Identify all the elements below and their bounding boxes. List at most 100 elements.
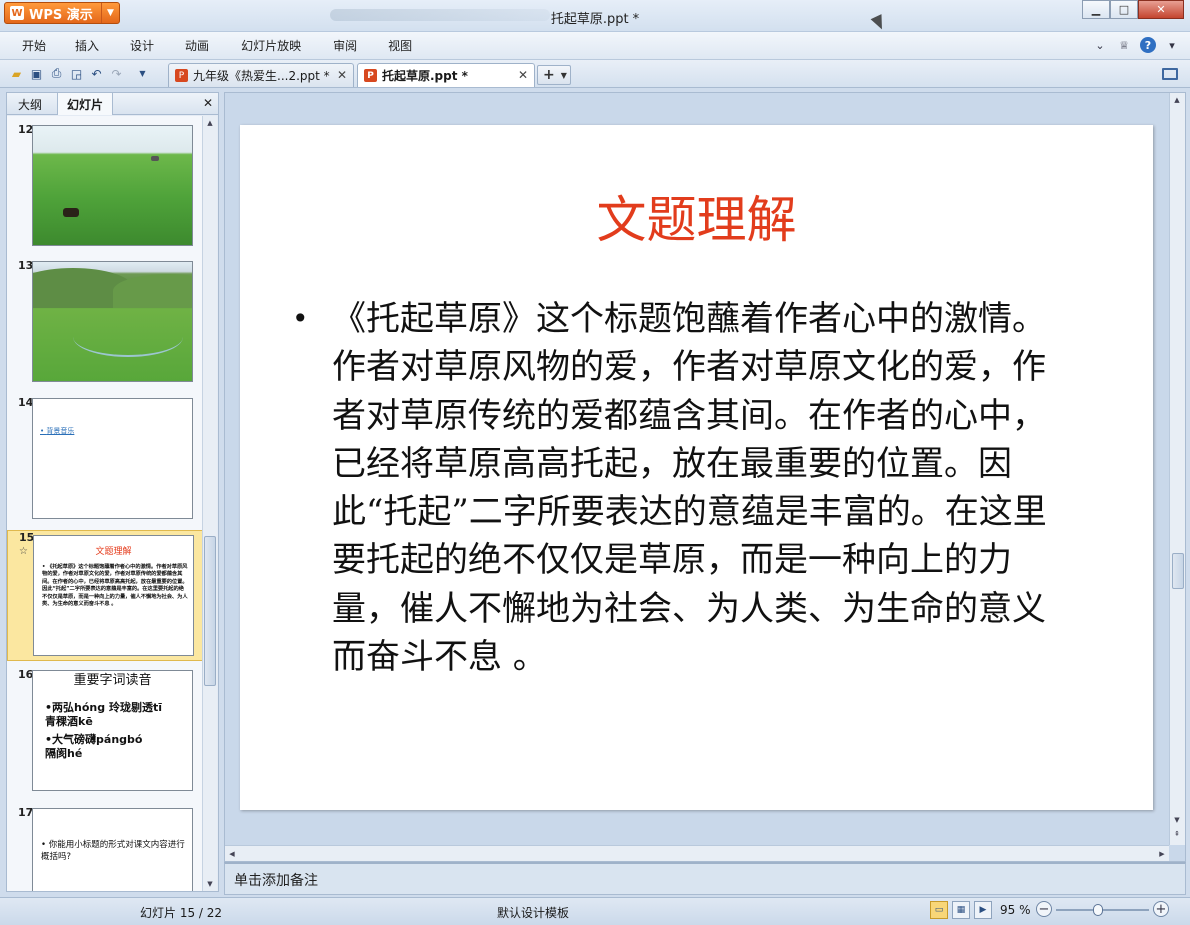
editor-horizontal-scrollbar[interactable]: ◀ ▶ [225,845,1169,861]
thumbnail-row-15-selected[interactable]: 15 ☆ 文题理解 • 《托起草原》这个标题饱蘸着作者心中的激情。作者对草原风物… [7,530,203,661]
thumbnail-slide-17[interactable]: • 你能用小标题的形式对课文内容进行概括吗? [32,808,193,891]
skin-shirt-icon[interactable]: ♕ [1116,37,1132,53]
scroll-left-icon[interactable]: ◀ [225,847,239,861]
normal-view-icon[interactable]: ▭ [930,901,948,919]
thumbnail-slide-16[interactable]: 重要字词读音 •两弘hóng 玲珑剔透tī 青稞酒kē •大气磅礴pángbó … [32,670,193,791]
help-icon[interactable]: ? [1140,37,1156,53]
thumbnail-scrollbar[interactable]: ▲ ▼ [202,116,217,891]
thumbnail-line: 隔阂hé [45,747,83,760]
thumbnail-slide-13[interactable] [32,261,193,382]
slides-panel: 大纲 幻灯片 ✕ 12 13 14 • 背景音乐 15 ☆ 文题理解 • 《托起… [6,92,219,892]
window-title: 托起草原.ppt * [550,12,640,27]
help-dropdown-icon[interactable]: ▾ [1164,37,1180,53]
notes-pane[interactable]: 单击添加备注 [224,862,1186,895]
slide-body-text[interactable]: • 《托起草原》这个标题饱蘸着作者心中的激情。作者对草原风物的爱，作者对草原文化… [292,295,1072,681]
window-controls: ▁ □ ✕ [1082,0,1184,19]
thumbnail-slide-14[interactable]: • 背景音乐 [32,398,193,519]
undo-icon[interactable]: ↶ [88,65,105,82]
close-window-button[interactable]: ✕ [1138,0,1184,19]
thumbnail-row-13[interactable]: 13 [7,259,203,384]
stream-shape [73,317,183,357]
thumbnail-row-17[interactable]: 17 • 你能用小标题的形式对课文内容进行概括吗? [7,806,203,891]
minimize-button[interactable]: ▁ [1082,0,1110,19]
maximize-button[interactable]: □ [1110,0,1138,19]
slide-editor-area: 文题理解 • 《托起草原》这个标题饱蘸着作者心中的激情。作者对草原风物的爱，作者… [224,92,1186,862]
title-bar: W WPS 演示 ▼ 托起草原.ppt * ▁ □ ✕ [0,0,1190,32]
print-preview-icon[interactable]: ◲ [68,65,85,82]
zoom-in-button[interactable]: + [1153,901,1169,917]
ppt-file-icon: P [175,69,188,82]
editor-vertical-scrollbar[interactable]: ▲ ▼ ⇞ [1169,93,1185,845]
thumbnail-line: 青稞酒kē [45,715,93,728]
tab-document-2[interactable]: P 托起草原.ppt * ✕ [357,63,535,87]
tab-label: 托起草原.ppt * [382,69,468,83]
thumbnail-body: • 《托起草原》这个标题饱蘸着作者心中的激情。作者对草原风物的爱，作者对草原文化… [42,564,188,608]
print-icon[interactable]: ⎙ [48,65,65,82]
menu-item-design[interactable]: 设计 [130,33,154,58]
slideshow-view-icon[interactable]: ▶ [974,901,992,919]
bullet-point: • [292,302,309,335]
zoom-slider-handle[interactable] [1092,904,1103,916]
status-bar: 幻灯片 15 / 22 默认设计模板 ▭ ▦ ▶ 95 % − + [0,897,1190,925]
thumbnail-body: • 你能用小标题的形式对课文内容进行概括吗? [41,840,185,862]
notes-placeholder[interactable]: 单击添加备注 [234,870,318,890]
thumbnail-title: 文题理解 [95,547,132,557]
menu-item-animation[interactable]: 动画 [185,33,209,58]
thumbnail-link-text: • 背景音乐 [40,427,75,435]
thumbnail-body: •两弘hóng 玲珑剔透tī 青稞酒kē •大气磅礴pángbó 隔阂hé [45,701,191,761]
thumbnail-title: 重要字词读音 [73,673,152,688]
scroll-down-icon[interactable]: ▼ [1170,813,1184,827]
thumbnail-row-14[interactable]: 14 • 背景音乐 [7,396,203,521]
hill-shape [113,274,192,308]
tab-document-1[interactable]: P 九年级《热爱生...2.ppt * ✕ [168,63,354,87]
slide-body-paragraph: 《托起草原》这个标题饱蘸着作者心中的激情。作者对草原风物的爱，作者对草原文化的爱… [332,299,1047,678]
previous-slide-icon[interactable]: ⇞ [1170,827,1184,841]
save-icon[interactable]: ▣ [28,65,45,82]
redo-icon[interactable]: ↷ [108,65,125,82]
thumbnail-slide-12[interactable] [32,125,193,246]
customize-toolbar-icon[interactable]: ▼ [134,65,151,82]
scroll-down-icon[interactable]: ▼ [203,877,217,891]
open-folder-icon[interactable]: ▰ [8,65,25,82]
slide-sorter-view-icon[interactable]: ▦ [952,901,970,919]
menu-item-slideshow[interactable]: 幻灯片放映 [241,33,301,58]
zoom-slider[interactable] [1056,904,1149,916]
slide-title[interactable]: 文题理解 [240,180,1153,252]
tab-slides[interactable]: 幻灯片 [57,93,114,115]
menu-item-insert[interactable]: 插入 [75,33,99,58]
menu-item-view[interactable]: 视图 [388,33,412,58]
scroll-up-icon[interactable]: ▲ [203,116,217,130]
panel-tabs: 大纲 幻灯片 ✕ [7,93,218,115]
new-tab-button[interactable]: + ▼ [537,65,571,85]
panel-close-icon[interactable]: ✕ [203,96,213,110]
view-buttons: ▭ ▦ ▶ [930,901,992,919]
thumbnail-slide-15[interactable]: 文题理解 • 《托起草原》这个标题饱蘸着作者心中的激情。作者对草原风物的爱，作者… [33,535,194,656]
thumbnail-row-12[interactable]: 12 [7,123,203,248]
tab-close-icon[interactable]: ✕ [337,68,347,82]
animation-star-icon: ☆ [19,546,28,557]
document-tab-bar: ▰ ▣ ⎙ ◲ ↶ ↷ ▼ P 九年级《热爱生...2.ppt * ✕ P 托起… [0,60,1190,88]
window-layout-icon[interactable] [1162,68,1178,80]
tab-label: 九年级《热爱生...2.ppt * [193,69,330,83]
tab-close-icon[interactable]: ✕ [518,68,528,82]
scrollbar-thumb[interactable] [204,536,216,686]
current-slide[interactable]: 文题理解 • 《托起草原》这个标题饱蘸着作者心中的激情。作者对草原风物的爱，作者… [240,125,1153,810]
scrollbar-thumb[interactable] [1172,553,1184,589]
scroll-right-icon[interactable]: ▶ [1155,847,1169,861]
horse-figure [63,208,79,217]
thumbnail-text: 背景音乐 [46,427,75,435]
thumbnail-row-16[interactable]: 16 重要字词读音 •两弘hóng 玲珑剔透tī 青稞酒kē •大气磅礴páng… [7,668,203,793]
tab-outline[interactable]: 大纲 [9,93,51,115]
slide-indicator: 幻灯片 15 / 22 [140,906,223,920]
menu-item-review[interactable]: 审阅 [333,33,357,58]
thumbnail-line: •大气磅礴pángbó [45,733,143,746]
menu-item-start[interactable]: 开始 [22,33,46,58]
zoom-out-button[interactable]: − [1036,901,1052,917]
zoom-level: 95 % [1000,903,1031,917]
menu-bar: 开始 插入 设计 动画 幻灯片放映 审阅 视图 ⌄ ♕ ? ▾ [0,32,1190,60]
chevron-down-icon[interactable]: ⌄ [1092,37,1108,53]
slide-thumbnail-list: 12 13 14 • 背景音乐 15 ☆ 文题理解 • 《托起草原》这个标题饱蘸… [7,116,203,891]
quick-access-toolbar: ▰ ▣ ⎙ ◲ ↶ ↷ ▼ [8,65,151,82]
scroll-up-icon[interactable]: ▲ [1170,93,1184,107]
distant-yurt [151,156,159,161]
